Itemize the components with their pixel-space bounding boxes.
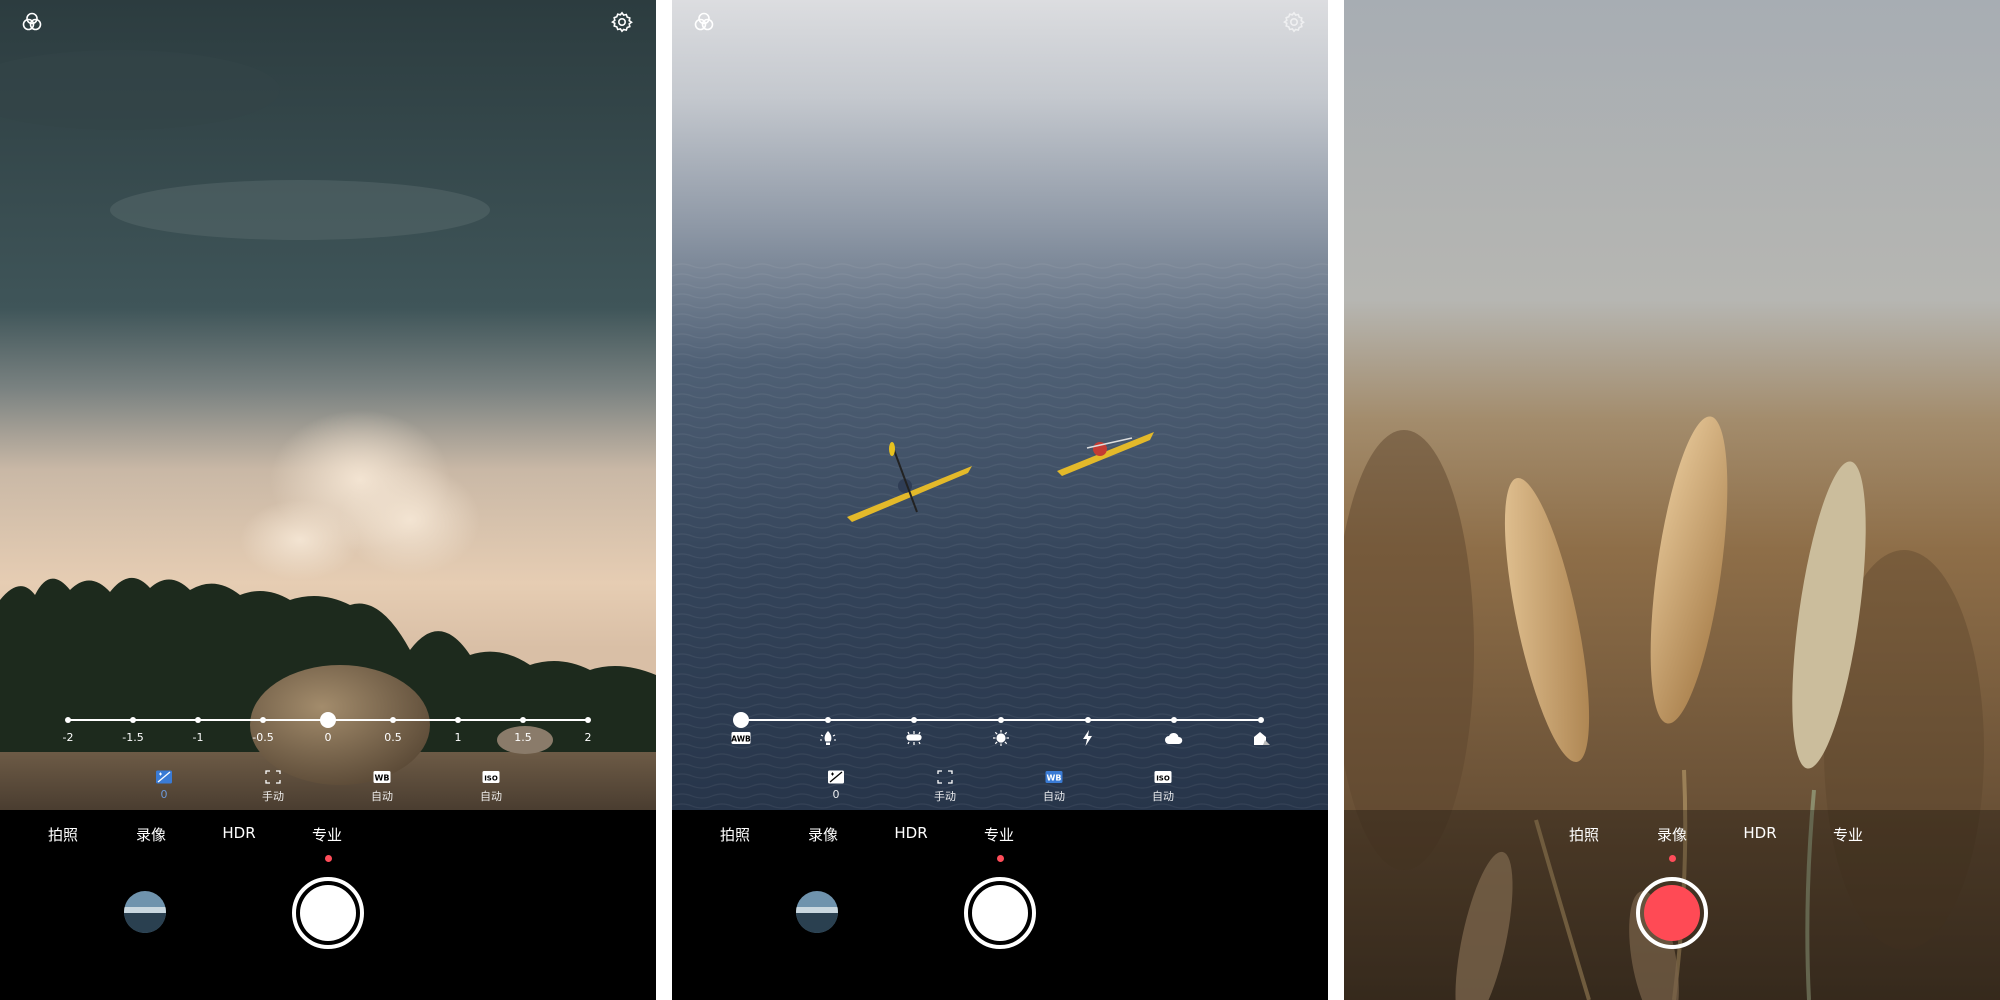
filter-icon[interactable] — [692, 10, 716, 34]
active-mode-indicator — [1668, 855, 1676, 862]
white-balance-value: 自动 — [1043, 790, 1065, 803]
exposure-tick[interactable] — [195, 717, 201, 723]
record-button[interactable] — [1636, 877, 1708, 949]
mode-pro[interactable]: 专业 — [1833, 824, 1863, 845]
iso-value: 自动 — [480, 790, 502, 803]
flash-icon[interactable] — [1078, 729, 1098, 747]
exposure-value: 0 — [832, 788, 840, 801]
mode-selector: 拍照 录像 HDR 专业 — [0, 824, 656, 854]
mode-hdr[interactable]: HDR — [222, 824, 255, 842]
iso-badge-icon: ISO — [1154, 770, 1172, 784]
shutter-button-inner — [300, 885, 356, 941]
white-balance-control[interactable]: WB 自动 — [1024, 770, 1084, 804]
focus-value: 手动 — [934, 790, 956, 803]
viewfinder-photo-hay-bale — [0, 0, 656, 810]
iso-control[interactable]: ISO 自动 — [1133, 770, 1193, 804]
iso-badge-text: ISO — [1156, 775, 1170, 783]
iso-badge-text: ISO — [484, 775, 498, 783]
active-mode-indicator — [324, 855, 332, 862]
focus-value: 手动 — [262, 790, 284, 803]
mode-hdr[interactable]: HDR — [894, 824, 927, 842]
exposure-slider-knob[interactable] — [320, 712, 336, 728]
wb-tick[interactable] — [1171, 717, 1177, 723]
shutter-button[interactable] — [964, 877, 1036, 949]
mode-selector: 拍照 录像 HDR 专业 — [672, 824, 1328, 854]
iso-badge-icon: ISO — [482, 770, 500, 784]
white-balance-value: 自动 — [371, 790, 393, 803]
white-balance-control[interactable]: WB 自动 — [352, 770, 412, 804]
wb-tick[interactable] — [1258, 717, 1264, 723]
exposure-tick-label: -2 — [62, 731, 74, 744]
exposure-tick-label: -1 — [192, 731, 204, 744]
wb-tick[interactable] — [825, 717, 831, 723]
exposure-tick[interactable] — [455, 717, 461, 723]
wb-tick[interactable] — [998, 717, 1004, 723]
awb-icon[interactable]: AWB — [731, 729, 751, 747]
exposure-tick[interactable] — [65, 717, 71, 723]
exposure-tick-label: 2 — [584, 731, 592, 744]
mode-video[interactable]: 录像 — [808, 824, 838, 845]
gallery-thumbnail[interactable] — [124, 891, 166, 933]
exposure-icon — [827, 770, 845, 784]
exposure-tick[interactable] — [390, 717, 396, 723]
fluorescent-icon[interactable] — [904, 729, 924, 747]
exposure-tick-label: -0.5 — [252, 731, 274, 744]
settings-icon[interactable] — [610, 10, 634, 34]
exposure-control[interactable]: 0 — [806, 770, 866, 801]
exposure-tick[interactable] — [520, 717, 526, 723]
mode-video[interactable]: 录像 — [1657, 824, 1687, 845]
iso-value: 自动 — [1152, 790, 1174, 803]
mode-video[interactable]: 录像 — [136, 824, 166, 845]
settings-icon[interactable] — [1282, 10, 1306, 34]
camera-screen-white-balance: AWB 0 手动 WB 自动 ISO 自动 拍照 录像 HDR 专业 — [672, 0, 1328, 1000]
mode-photo[interactable]: 拍照 — [48, 824, 78, 845]
exposure-tick-label: 0.5 — [384, 731, 402, 744]
wb-badge-text: WB — [375, 774, 390, 783]
exposure-control[interactable]: 0 — [134, 770, 194, 801]
iso-control[interactable]: ISO 自动 — [461, 770, 521, 804]
exposure-tick[interactable] — [260, 717, 266, 723]
focus-icon — [936, 770, 954, 784]
camera-screen-exposure: -2 -1.5 -1 -0.5 0 0.5 1 1.5 2 0 手动 WB 自动… — [0, 0, 656, 1000]
cloudy-icon[interactable] — [1164, 729, 1184, 747]
exposure-tick-label: -1.5 — [122, 731, 144, 744]
mode-hdr[interactable]: HDR — [1743, 824, 1776, 842]
mode-photo[interactable]: 拍照 — [1569, 824, 1599, 845]
awb-label: AWB — [731, 734, 751, 743]
exposure-tick-label: 1.5 — [514, 731, 532, 744]
exposure-tick-label: 1 — [454, 731, 462, 744]
camera-screen-video: 拍照 录像 HDR 专业 — [1344, 0, 2000, 1000]
record-button-inner — [1644, 885, 1700, 941]
focus-control[interactable]: 手动 — [915, 770, 975, 804]
shutter-button[interactable] — [292, 877, 364, 949]
focus-control[interactable]: 手动 — [243, 770, 303, 804]
focus-icon — [264, 770, 282, 784]
mode-pro[interactable]: 专业 — [984, 824, 1014, 845]
mode-photo[interactable]: 拍照 — [720, 824, 750, 845]
incandescent-icon[interactable] — [818, 729, 838, 747]
exposure-tick[interactable] — [585, 717, 591, 723]
exposure-value: 0 — [160, 788, 168, 801]
mode-pro[interactable]: 专业 — [312, 824, 342, 845]
active-mode-indicator — [996, 855, 1004, 862]
mode-selector: 拍照 录像 HDR 专业 — [1344, 824, 2000, 854]
wb-tick[interactable] — [1085, 717, 1091, 723]
exposure-icon — [155, 770, 173, 784]
wb-badge-icon: WB — [1045, 770, 1063, 784]
shutter-button-inner — [972, 885, 1028, 941]
exposure-tick[interactable] — [130, 717, 136, 723]
viewfinder-photo-kayaks — [672, 0, 1328, 810]
exposure-tick-label: 0 — [324, 731, 332, 744]
shade-icon[interactable] — [1251, 729, 1271, 747]
wb-tick[interactable] — [911, 717, 917, 723]
filter-icon[interactable] — [20, 10, 44, 34]
daylight-icon[interactable] — [991, 729, 1011, 747]
wb-badge-text: WB — [1047, 774, 1062, 783]
gallery-thumbnail[interactable] — [796, 891, 838, 933]
wb-slider-knob[interactable] — [733, 712, 749, 728]
wb-badge-icon: WB — [373, 770, 391, 784]
